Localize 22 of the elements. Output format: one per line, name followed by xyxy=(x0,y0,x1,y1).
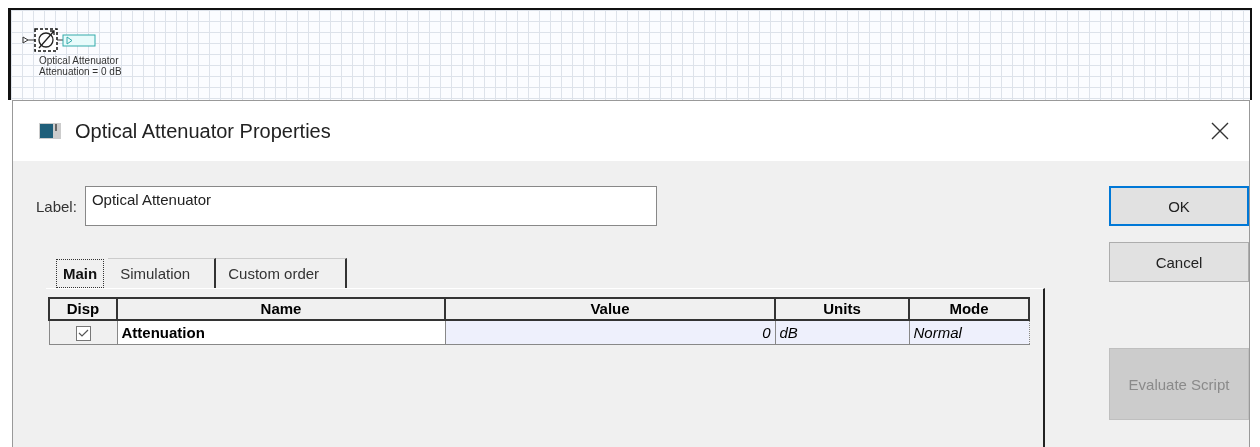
window-icon xyxy=(39,123,61,139)
label-caption: Label: xyxy=(36,197,77,215)
dialog-button[interactable]: Cancel xyxy=(1109,242,1249,282)
table-cell: Attenuation xyxy=(121,324,205,341)
column-header[interactable]: Disp xyxy=(49,298,117,320)
column-header[interactable]: Value xyxy=(445,298,775,320)
column-header[interactable]: Mode xyxy=(909,298,1029,320)
component-label: Optical Attenuator xyxy=(39,55,119,66)
tab[interactable]: Main xyxy=(56,259,105,288)
display-checkbox[interactable] xyxy=(75,326,91,342)
window-title: Optical Attenuator Properties xyxy=(75,119,331,143)
table-cell: Normal xyxy=(913,324,962,341)
tab[interactable]: Simulation xyxy=(108,258,217,288)
component-parameter: Attenuation = 0 dB xyxy=(39,66,122,77)
close-icon[interactable] xyxy=(1211,122,1229,140)
column-header[interactable]: Name xyxy=(117,298,445,320)
dialog-button[interactable]: OK xyxy=(1109,186,1249,226)
label-field[interactable]: Optical Attenuator xyxy=(84,186,657,226)
column-header[interactable]: Units xyxy=(775,298,909,320)
table-cell: dB xyxy=(779,324,798,341)
tab[interactable]: Custom order xyxy=(216,258,348,288)
table-cell[interactable]: 0 xyxy=(762,324,771,341)
